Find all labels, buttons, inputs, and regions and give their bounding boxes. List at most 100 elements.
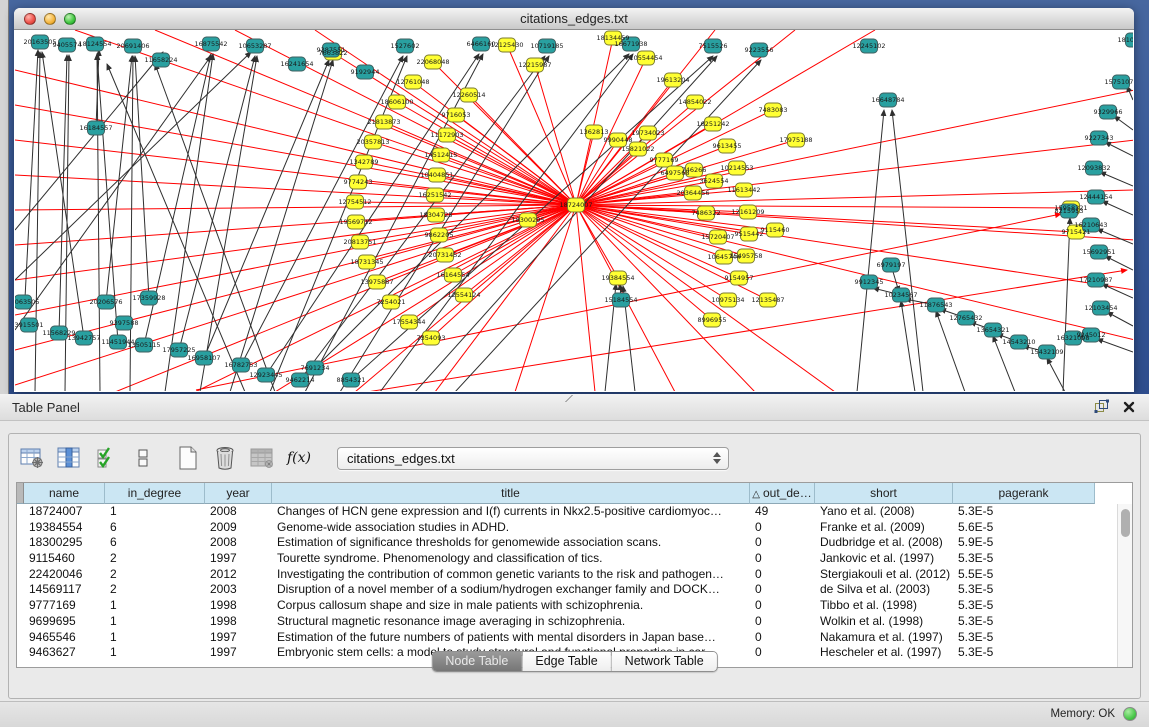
cell-out-degree[interactable]: 0 <box>750 535 815 551</box>
cell-out-degree[interactable]: 49 <box>750 504 815 520</box>
column-header-title[interactable]: title <box>272 483 750 504</box>
table-row[interactable]: 1830029562008Estimation of significance … <box>17 535 1116 551</box>
cell-in-degree[interactable]: 2 <box>105 567 205 583</box>
memory-ok-indicator[interactable] <box>1123 707 1137 721</box>
left-panel-edge[interactable] <box>0 0 9 394</box>
cell-name[interactable]: 19384554 <box>24 520 105 536</box>
cell-in-degree[interactable]: 1 <box>105 614 205 630</box>
tab-edge-table[interactable]: Edge Table <box>522 652 611 671</box>
cell-short[interactable]: Jankovic et al. (1997) <box>815 551 953 567</box>
column-header-short[interactable]: short <box>815 483 953 504</box>
cell-name[interactable]: 9463627 <box>24 645 105 661</box>
cell-short[interactable]: Nakamura et al. (1997) <box>815 630 953 646</box>
cell-short[interactable]: Franke et al. (2009) <box>815 520 953 536</box>
column-header-year[interactable]: year <box>205 483 272 504</box>
cell-title[interactable]: Disruption of a novel member of a sodium… <box>272 582 750 598</box>
cell-pagerank[interactable]: 5.9E-5 <box>953 535 1095 551</box>
cell-name[interactable]: 14569117 <box>24 582 105 598</box>
cell-year[interactable]: 2008 <box>205 535 272 551</box>
column-header-out-degree[interactable]: △out_de… <box>750 483 815 504</box>
table-row[interactable]: 1938455462009Genome-wide association stu… <box>17 520 1116 536</box>
cell-in-degree[interactable]: 1 <box>105 645 205 661</box>
cell-pagerank[interactable]: 5.6E-5 <box>953 520 1095 536</box>
cell-pagerank[interactable]: 5.3E-5 <box>953 504 1095 520</box>
network-canvas[interactable]: 1872400722068048127610481860610021813873… <box>15 30 1133 391</box>
table-row[interactable]: 977716911998Corpus callosum shape and si… <box>17 598 1116 614</box>
cell-in-degree[interactable]: 1 <box>105 630 205 646</box>
table-selector-dropdown[interactable]: citations_edges.txt <box>337 447 729 470</box>
cell-in-degree[interactable]: 6 <box>105 520 205 536</box>
select-columns-button[interactable] <box>54 443 84 473</box>
cell-out-degree[interactable]: 0 <box>750 551 815 567</box>
cell-pagerank[interactable]: 5.3E-5 <box>953 582 1095 598</box>
select-all-rows-button[interactable] <box>91 443 121 473</box>
vertical-scrollbar[interactable] <box>1117 504 1132 667</box>
cell-in-degree[interactable]: 6 <box>105 535 205 551</box>
cell-pagerank[interactable]: 5.3E-5 <box>953 551 1095 567</box>
cell-name[interactable]: 18724007 <box>24 504 105 520</box>
cell-short[interactable]: Dudbridge et al. (2008) <box>815 535 953 551</box>
cell-title[interactable]: Genome-wide association studies in ADHD. <box>272 520 750 536</box>
cell-out-degree[interactable]: 0 <box>750 567 815 583</box>
cell-year[interactable]: 1998 <box>205 598 272 614</box>
cell-pagerank[interactable]: 5.3E-5 <box>953 614 1095 630</box>
cell-name[interactable]: 9699695 <box>24 614 105 630</box>
table-row[interactable]: 969969511998Structural magnetic resonanc… <box>17 614 1116 630</box>
network-window-titlebar[interactable]: citations_edges.txt <box>14 8 1134 30</box>
tab-network-table[interactable]: Network Table <box>612 652 717 671</box>
cell-out-degree[interactable]: 0 <box>750 582 815 598</box>
cell-in-degree[interactable]: 1 <box>105 504 205 520</box>
cell-pagerank[interactable]: 5.3E-5 <box>953 630 1095 646</box>
column-header-name[interactable]: name <box>24 483 105 504</box>
cell-year[interactable]: 1997 <box>205 630 272 646</box>
table-row[interactable]: 1456911722003Disruption of a novel membe… <box>17 582 1116 598</box>
cell-title[interactable]: Structural magnetic resonance image aver… <box>272 614 750 630</box>
cell-year[interactable]: 1997 <box>205 645 272 661</box>
cell-out-degree[interactable]: 0 <box>750 598 815 614</box>
cell-year[interactable]: 2012 <box>205 567 272 583</box>
function-builder-button[interactable]: f(x) <box>284 443 314 473</box>
cell-in-degree[interactable]: 2 <box>105 582 205 598</box>
cell-short[interactable]: de Silva et al. (2003) <box>815 582 953 598</box>
cell-short[interactable]: Wolkin et al. (1998) <box>815 614 953 630</box>
create-new-table-button[interactable] <box>173 443 203 473</box>
cell-short[interactable]: Yano et al. (2008) <box>815 504 953 520</box>
cell-name[interactable]: 18300295 <box>24 535 105 551</box>
scrollbar-thumb[interactable] <box>1121 509 1130 537</box>
table-row[interactable]: 1872400712008Changes of HCN gene express… <box>17 504 1116 520</box>
cell-title[interactable]: Tourette syndrome. Phenomenology and cla… <box>272 551 750 567</box>
cell-out-degree[interactable]: 0 <box>750 630 815 646</box>
cell-year[interactable]: 2008 <box>205 504 272 520</box>
tab-node-table[interactable]: Node Table <box>432 652 522 671</box>
cell-short[interactable]: Stergiakouli et al. (2012) <box>815 567 953 583</box>
cell-pagerank[interactable]: 5.3E-5 <box>953 645 1095 661</box>
panel-resize-handle[interactable] <box>564 395 574 402</box>
cell-title[interactable]: Corpus callosum shape and size in male p… <box>272 598 750 614</box>
cell-year[interactable]: 1998 <box>205 614 272 630</box>
cell-title[interactable]: Estimation of the future numbers of pati… <box>272 630 750 646</box>
table-row[interactable]: 946554611997Estimation of the future num… <box>17 630 1116 646</box>
cell-short[interactable]: Hescheler et al. (1997) <box>815 645 953 661</box>
cell-out-degree[interactable]: 0 <box>750 614 815 630</box>
cell-year[interactable]: 1997 <box>205 551 272 567</box>
toggle-rows-button[interactable] <box>128 443 158 473</box>
table-row[interactable]: 911546021997Tourette syndrome. Phenomeno… <box>17 551 1116 567</box>
cell-in-degree[interactable]: 2 <box>105 551 205 567</box>
cell-title[interactable]: Investigating the contribution of common… <box>272 567 750 583</box>
table-row[interactable]: 2242004622012Investigating the contribut… <box>17 567 1116 583</box>
cell-title[interactable]: Estimation of significance thresholds fo… <box>272 535 750 551</box>
cell-name[interactable]: 9777169 <box>24 598 105 614</box>
cell-in-degree[interactable]: 1 <box>105 598 205 614</box>
column-header-pagerank[interactable]: pagerank <box>953 483 1095 504</box>
cell-year[interactable]: 2009 <box>205 520 272 536</box>
close-panel-icon[interactable] <box>1123 400 1135 418</box>
cell-year[interactable]: 2003 <box>205 582 272 598</box>
cell-title[interactable]: Changes of HCN gene expression and I(f) … <box>272 504 750 520</box>
cell-short[interactable]: Tibbo et al. (1998) <box>815 598 953 614</box>
table-settings-button[interactable] <box>17 443 47 473</box>
cell-name[interactable]: 9115460 <box>24 551 105 567</box>
cell-name[interactable]: 22420046 <box>24 567 105 583</box>
citation-network-graph[interactable]: 1872400722068048127610481860610021813873… <box>15 30 1133 391</box>
cell-out-degree[interactable]: 0 <box>750 645 815 661</box>
cell-name[interactable]: 9465546 <box>24 630 105 646</box>
